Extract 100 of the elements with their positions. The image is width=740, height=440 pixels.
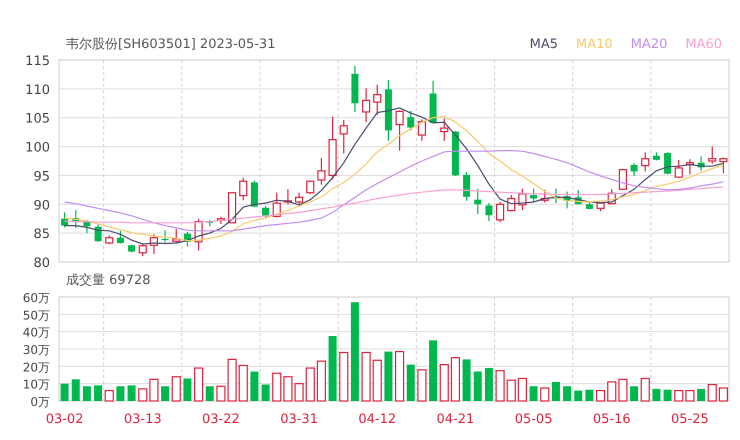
date-label: 03-22 (202, 412, 240, 427)
volume-bar (540, 387, 550, 402)
date-label: 05-16 (592, 412, 631, 427)
volume-bar (685, 390, 695, 402)
volume-bar (697, 388, 706, 401)
candlestick (150, 234, 158, 254)
candlestick (184, 232, 191, 246)
axis-label: 40万 (22, 326, 50, 340)
axis-label: 50万 (22, 308, 50, 322)
candlestick (105, 235, 114, 244)
candlestick (708, 146, 716, 164)
volume-bar (128, 385, 136, 401)
axis-label: 95 (33, 169, 50, 184)
candlestick (540, 190, 549, 203)
candlestick (485, 203, 492, 222)
candlestick (328, 116, 337, 180)
axis-label: 105 (25, 112, 50, 127)
volume-bar (552, 382, 560, 401)
volume-bar (474, 372, 482, 401)
volume-bar (574, 390, 582, 401)
candlestick (138, 244, 147, 256)
candlestick (340, 120, 348, 154)
volume-bar (718, 387, 728, 402)
volume-bar (664, 390, 672, 401)
candlestick (362, 88, 370, 122)
volume-bar (328, 336, 337, 401)
candlestick (239, 178, 248, 200)
candlestick (128, 244, 136, 252)
volume-bar (506, 380, 516, 402)
volume-bar (596, 390, 606, 402)
candlestick (262, 206, 270, 218)
candlestick (94, 224, 102, 242)
candlestick (719, 158, 728, 174)
candlestick (83, 220, 90, 234)
candlestick (384, 80, 392, 141)
candlestick (664, 152, 672, 174)
volume-bar (149, 378, 159, 402)
candlestick (641, 152, 650, 172)
candlestick (216, 216, 226, 224)
volume-bar (440, 364, 449, 402)
axis-label: 100 (25, 140, 50, 156)
volume-bar (429, 340, 438, 401)
axis-label: 85 (33, 227, 50, 242)
date-label: 05-05 (514, 412, 552, 427)
candlestick (552, 188, 560, 204)
candlestick (72, 210, 80, 228)
axis-label: 110 (25, 82, 50, 98)
volume-bar (361, 352, 371, 402)
candlestick (630, 163, 638, 176)
candlestick (674, 160, 683, 178)
candlestick (162, 230, 169, 242)
volume-bar (674, 390, 684, 402)
axis-label: 60万 (22, 292, 50, 305)
date-label: 03-13 (124, 412, 162, 427)
candlestick (574, 190, 582, 204)
legend-item: MA10 (576, 36, 613, 54)
candlestick (530, 188, 538, 202)
volume-bar (640, 378, 650, 402)
candlestick (564, 192, 571, 208)
volume-bar (708, 384, 717, 402)
axis-label: 10万 (22, 378, 50, 392)
candlestick (306, 180, 314, 194)
candlestick (618, 169, 628, 190)
candlestick (206, 220, 214, 226)
candlestick (172, 229, 180, 242)
legend-item: MA60 (685, 36, 722, 54)
axis-label: 20万 (22, 360, 50, 374)
axis-label: 80 (33, 256, 50, 270)
volume-bar (462, 359, 471, 401)
candlestick (228, 192, 236, 224)
volume-bar (272, 372, 282, 402)
candlestick (351, 66, 358, 112)
legend-item: MA20 (630, 36, 668, 54)
volume-bar (161, 386, 170, 401)
volume-bar (630, 386, 638, 401)
candlestick (686, 159, 694, 174)
candlestick (61, 212, 68, 228)
volume-bar (238, 364, 248, 402)
volume-bar (316, 360, 326, 402)
volume-bar (518, 378, 528, 402)
candlestick (194, 218, 203, 250)
candlestick (474, 188, 482, 214)
candlestick (496, 202, 504, 222)
volume-bar (384, 352, 392, 401)
candlestick (294, 192, 304, 206)
date-label: 04-12 (358, 412, 396, 427)
volume-bar (194, 367, 204, 402)
candlestick (116, 230, 124, 244)
volume-bar (138, 388, 148, 402)
volume-bar (495, 370, 505, 402)
volume-bar (406, 364, 415, 401)
date-label: 03-02 (46, 412, 84, 427)
volume-bar (283, 376, 293, 402)
volume-bar (250, 372, 258, 401)
volume-bar (372, 360, 382, 402)
candlestick (418, 119, 426, 141)
volume-bar (652, 388, 660, 401)
candlestick (652, 152, 660, 160)
volume-bar (394, 351, 404, 402)
candlestick (452, 131, 459, 176)
